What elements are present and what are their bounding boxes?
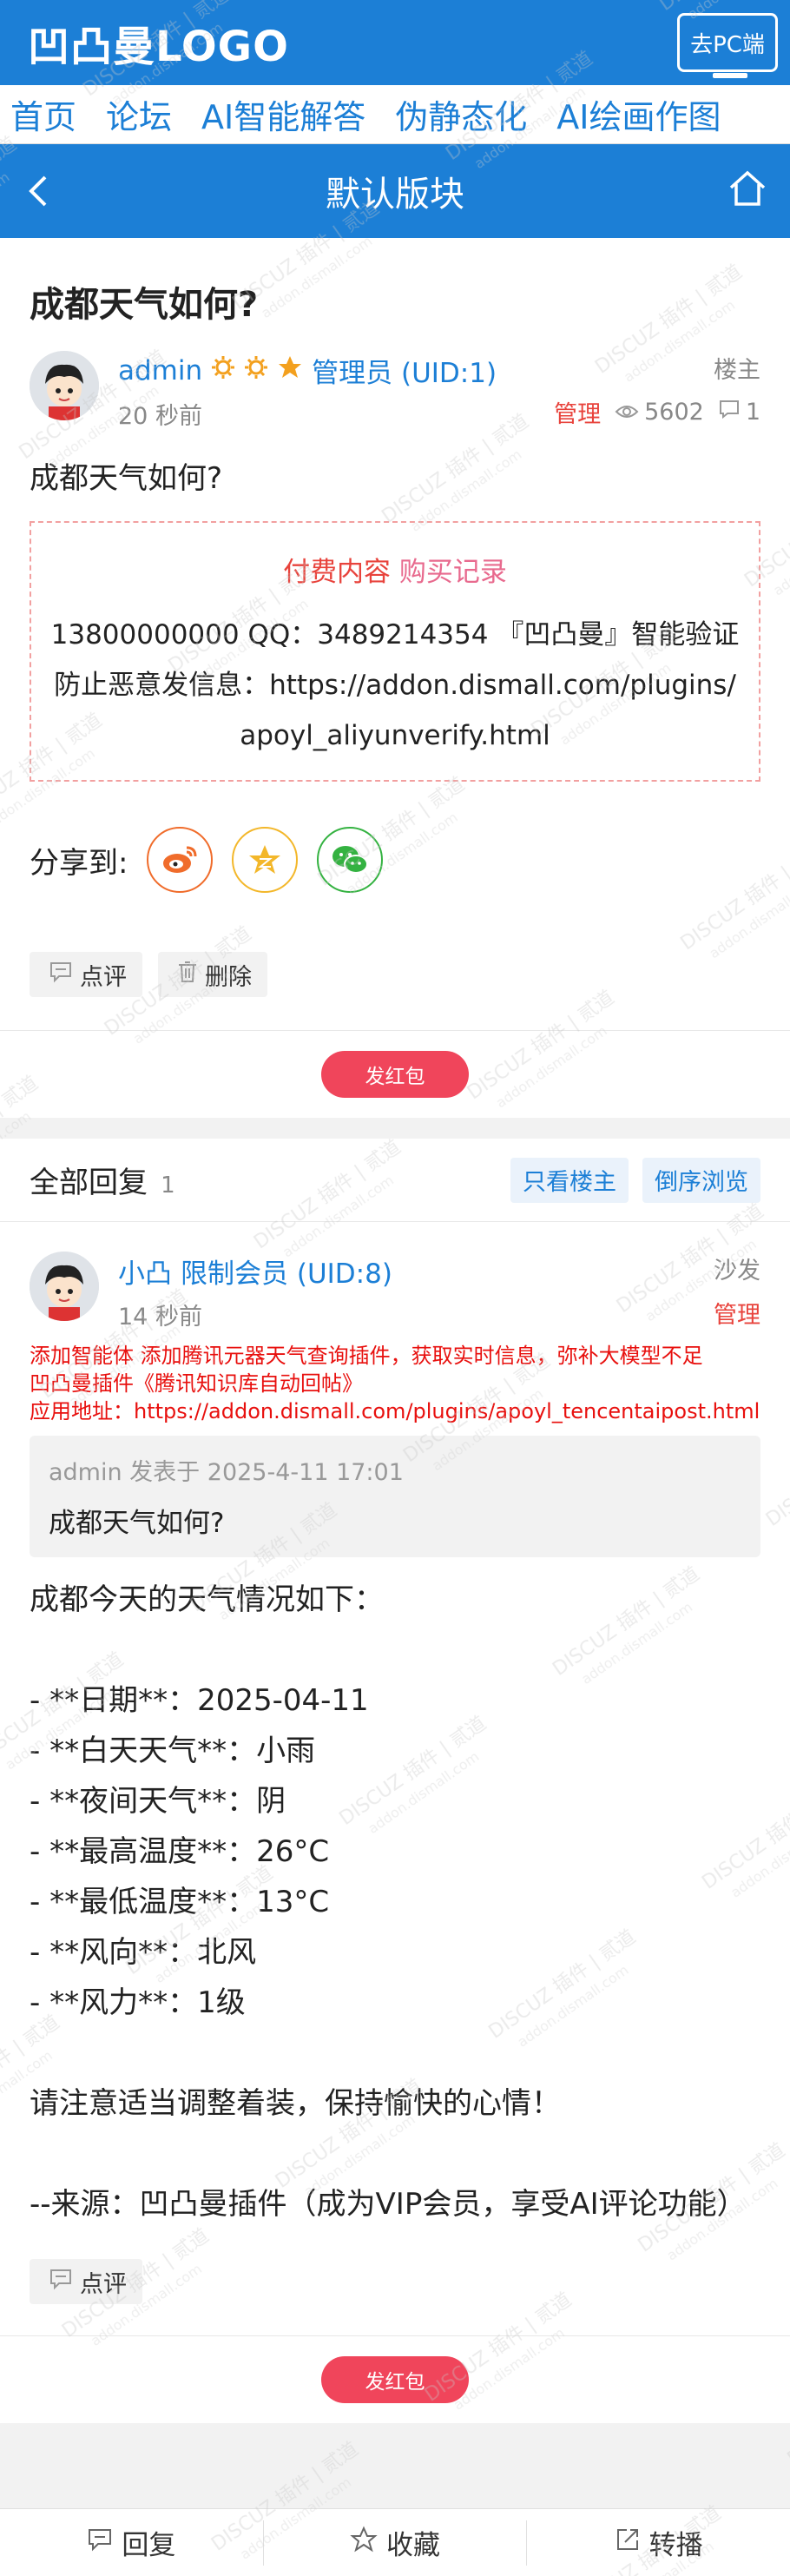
board-title: 默认版块	[326, 175, 464, 215]
bottom-action-bar: 回复 收藏 转播	[0, 2508, 790, 2576]
share-icon	[615, 2526, 641, 2559]
share-label: 分享到:	[30, 845, 128, 881]
comment-icon	[718, 399, 741, 426]
star-icon	[350, 2526, 378, 2560]
redpacket-row: 发红包	[0, 2336, 790, 2423]
paid-content-box: 付费内容 购买记录 13800000000 QQ：3489214354 『凹凸曼…	[30, 521, 760, 782]
quote-text: 成都天气如何?	[49, 1508, 225, 1539]
view-count: 5602	[644, 399, 704, 426]
author-name[interactable]: admin	[118, 355, 202, 386]
nav-home[interactable]: 首页	[10, 90, 76, 138]
top-nav: 首页 论坛 AI智能解答 伪静态化 AI绘画作图	[0, 85, 790, 144]
avatar[interactable]	[30, 351, 99, 420]
floor-label: 楼主	[714, 357, 760, 384]
trash-icon	[177, 961, 198, 989]
bot-notice: 添加智能体 添加腾讯元器天气查询插件，获取实时信息，弥补大模型不足 凹凸曼插件《…	[0, 1331, 790, 1425]
nav-ai-draw[interactable]: AI绘画作图	[556, 90, 721, 138]
delete-button[interactable]: 删除	[158, 952, 267, 997]
pc-version-button[interactable]: 去PC端	[677, 13, 778, 78]
comment-icon	[87, 2527, 113, 2559]
bot-notice-line[interactable]: 凹凸曼插件《腾讯知识库自动回帖》	[30, 1370, 760, 1397]
back-arrow-icon[interactable]	[24, 174, 50, 212]
reply-author: 小凸 限制会员 (UID:8) 14 秒前 沙发 管理	[0, 1222, 790, 1331]
nav-forum[interactable]: 论坛	[106, 90, 172, 138]
reply-count: 1	[745, 399, 760, 426]
paid-content-text: 13800000000 QQ：3489214354 『凹凸曼』智能验证 防止恶意…	[50, 619, 740, 751]
post-actions: 点评 删除	[0, 893, 790, 1030]
site-header: 凹凸曼LOGO 去PC端	[0, 0, 790, 85]
floor-label: 沙发	[714, 1258, 760, 1285]
post-time: 14 秒前	[118, 1304, 202, 1331]
thread-title: 成都天气如何?	[30, 285, 259, 325]
purchase-record-link[interactable]: 购买记录	[399, 557, 507, 588]
paid-content-label: 付费内容	[283, 557, 392, 588]
redpacket-button[interactable]: 发红包	[321, 2356, 469, 2403]
reply-actions: 点评	[0, 2229, 790, 2335]
comment-button[interactable]: 点评	[30, 2259, 142, 2304]
nav-static[interactable]: 伪静态化	[395, 90, 527, 138]
thread-author: admin 管理员 (UID:1) 20 秒前 楼主 管理 5602 1	[0, 351, 790, 438]
redpacket-button[interactable]: 发红包	[321, 1051, 469, 1098]
reply-label: 回复	[122, 2530, 176, 2561]
quote-meta: admin 发表于 2025-4-11 17:01	[49, 1459, 404, 1486]
replies-title: 全部回复	[30, 1166, 148, 1200]
comment-label: 点评	[80, 963, 127, 991]
section-gap	[0, 1118, 790, 1139]
bot-notice-line: 添加智能体 添加腾讯元器天气查询插件，获取实时信息，弥补大模型不足	[30, 1344, 703, 1368]
delete-label: 删除	[205, 963, 252, 991]
reply-body: 成都今天的天气情况如下： - **日期**：2025-04-11 - **白天天…	[30, 1582, 747, 2222]
board-bar: 默认版块	[0, 144, 790, 238]
sun-badge-icon	[244, 355, 268, 386]
quote-block: admin 发表于 2025-4-11 17:01 成都天气如何?	[30, 1436, 760, 1557]
favorite-label: 收藏	[386, 2530, 440, 2561]
author-group[interactable]: 管理员 (UID:1)	[312, 351, 497, 390]
author-group[interactable]: 限制会员 (UID:8)	[181, 1252, 392, 1291]
post-body: 成都天气如何?	[30, 461, 223, 496]
eye-icon	[615, 399, 639, 426]
only-op-button[interactable]: 只看楼主	[510, 1157, 629, 1203]
reply-button[interactable]: 回复	[0, 2520, 263, 2566]
share-row: 分享到:	[0, 782, 790, 893]
avatar[interactable]	[30, 1252, 99, 1321]
redpacket-row: 发红包	[0, 1031, 790, 1118]
forward-label: 转播	[648, 2530, 703, 2561]
star-badge-icon	[277, 354, 303, 387]
sun-badge-icon	[211, 355, 235, 386]
home-icon[interactable]	[727, 168, 767, 212]
author-name[interactable]: 小凸	[118, 1252, 172, 1291]
comment-label: 点评	[80, 2270, 127, 2298]
forward-button[interactable]: 转播	[526, 2520, 790, 2566]
site-logo[interactable]: 凹凸曼LOGO	[28, 12, 289, 73]
weibo-icon[interactable]	[147, 827, 214, 893]
replies-header: 全部回复 1 只看楼主 倒序浏览	[0, 1139, 790, 1222]
reverse-order-button[interactable]: 倒序浏览	[642, 1157, 760, 1203]
favorite-button[interactable]: 收藏	[262, 2520, 527, 2566]
qzone-icon[interactable]	[232, 827, 299, 893]
nav-ai-answer[interactable]: AI智能解答	[201, 90, 365, 138]
comment-button[interactable]: 点评	[30, 952, 142, 997]
wechat-icon[interactable]	[317, 827, 384, 893]
manage-link[interactable]: 管理	[714, 1296, 760, 1330]
bot-notice-line[interactable]: 应用地址：https://addon.dismall.com/plugins/a…	[30, 1397, 760, 1425]
replies-count: 1	[161, 1172, 175, 1199]
thread-card: 成都天气如何? admin 管理员 (UID:1) 20 秒前 楼主 管理 56…	[0, 238, 790, 1118]
replies-card: 全部回复 1 只看楼主 倒序浏览 小凸 限制会员 (UID:8) 14 秒前 沙…	[0, 1139, 790, 2423]
comment-icon	[49, 2268, 73, 2296]
comment-icon	[49, 961, 73, 989]
manage-link[interactable]: 管理	[554, 395, 601, 429]
post-time: 20 秒前	[118, 403, 202, 430]
